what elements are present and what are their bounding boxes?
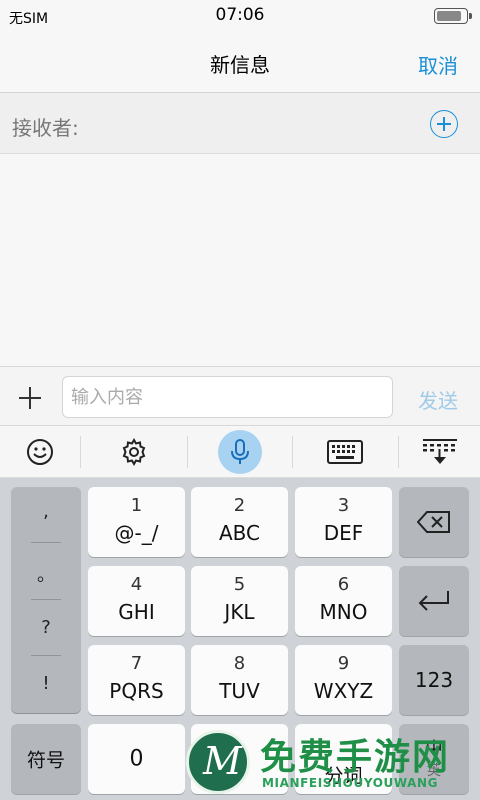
- key-5[interactable]: 5 JKL: [191, 566, 288, 636]
- settings-gear-icon: [122, 437, 146, 467]
- site-watermark: M 免费手游网 MIANFEISHOUYOUWANG: [186, 724, 476, 800]
- status-time: 07:06: [215, 5, 265, 25]
- settings-button[interactable]: [94, 426, 174, 478]
- key-8[interactable]: 8 TUV: [191, 645, 288, 715]
- watermark-logo-icon: M: [186, 730, 250, 794]
- key-letters: WXYZ: [313, 679, 374, 703]
- status-bar: 无SIM 07:06: [0, 0, 480, 32]
- key-number: 5: [233, 574, 246, 595]
- attach-plus-icon[interactable]: [19, 387, 41, 409]
- key-letters: @-_/: [114, 521, 159, 545]
- backspace-key[interactable]: [399, 487, 469, 557]
- send-button[interactable]: 发送: [418, 385, 458, 414]
- punct-divider: [31, 599, 61, 600]
- message-area: [0, 154, 480, 366]
- key-letters: TUV: [219, 679, 260, 703]
- punct-divider: [31, 655, 61, 656]
- toolbar-divider: [187, 436, 188, 468]
- punct-exclaim-key[interactable]: !: [31, 673, 61, 694]
- symbols-key[interactable]: 符号: [11, 724, 81, 794]
- key-number: 3: [337, 495, 350, 516]
- key-letters: GHI: [118, 600, 155, 624]
- key-7[interactable]: 7 PQRS: [88, 645, 185, 715]
- recipient-label: 接收者:: [12, 116, 79, 140]
- battery-icon: [434, 8, 472, 24]
- watermark-logo-letter: M: [203, 739, 242, 783]
- key-number: 9: [337, 653, 350, 674]
- key-number: 6: [337, 574, 350, 595]
- punct-question-key[interactable]: ?: [31, 617, 61, 638]
- key-3[interactable]: 3 DEF: [295, 487, 392, 557]
- add-recipient-icon[interactable]: [430, 110, 458, 138]
- compose-bar: 发送: [0, 366, 480, 426]
- key-letters: PQRS: [109, 679, 164, 703]
- message-input[interactable]: [62, 376, 393, 418]
- key-letters: ABC: [218, 521, 260, 545]
- key-9[interactable]: 9 WXYZ: [295, 645, 392, 715]
- page-title: 新信息: [210, 53, 270, 77]
- key-6[interactable]: 6 MNO: [295, 566, 392, 636]
- key-1[interactable]: 1 @-_/: [88, 487, 185, 557]
- voice-input-button[interactable]: [200, 426, 280, 478]
- key-number: 7: [130, 653, 143, 674]
- backspace-icon: [417, 511, 450, 533]
- enter-key[interactable]: [399, 566, 469, 636]
- symbols-label: 符号: [26, 749, 65, 772]
- punct-period-key[interactable]: 。: [31, 561, 61, 587]
- key-letters: MNO: [319, 600, 368, 624]
- recipient-row[interactable]: 接收者:: [0, 93, 480, 154]
- key-letters: JKL: [224, 600, 255, 624]
- key-number: 2: [233, 495, 246, 516]
- watermark-title: 免费手游网: [260, 737, 451, 778]
- key-number: 4: [130, 574, 143, 595]
- numeric-label: 123: [414, 668, 454, 692]
- toolbar-divider: [80, 436, 81, 468]
- key-4[interactable]: 4 GHI: [88, 566, 185, 636]
- collapse-keyboard-icon: [423, 439, 457, 464]
- keyboard-switch-button[interactable]: [305, 426, 385, 478]
- nav-bar: 新信息 取消: [0, 32, 480, 93]
- punctuation-column: , 。 ? !: [11, 487, 81, 713]
- battery-level: [437, 11, 461, 21]
- cancel-button[interactable]: 取消: [418, 50, 458, 79]
- toolbar-divider: [292, 436, 293, 468]
- enter-return-icon: [418, 591, 449, 611]
- keyboard-toolbar: [0, 426, 480, 478]
- zero-label: 0: [129, 746, 144, 772]
- punct-divider: [31, 542, 61, 543]
- numeric-key[interactable]: 123: [399, 645, 469, 715]
- key-letters: DEF: [323, 521, 364, 545]
- microphone-icon: [231, 439, 249, 464]
- key-0[interactable]: 0: [88, 724, 185, 794]
- key-number: 8: [233, 653, 246, 674]
- keyboard-icon: [327, 440, 363, 464]
- collapse-keyboard-button[interactable]: [400, 426, 480, 478]
- key-2[interactable]: 2 ABC: [191, 487, 288, 557]
- toolbar-divider: [398, 436, 399, 468]
- key-number: 1: [130, 495, 143, 516]
- emoji-icon: [27, 439, 53, 465]
- emoji-button[interactable]: [0, 426, 80, 478]
- punct-comma-key[interactable]: ,: [31, 501, 61, 522]
- watermark-subtitle: MIANFEISHOUYOUWANG: [262, 776, 439, 790]
